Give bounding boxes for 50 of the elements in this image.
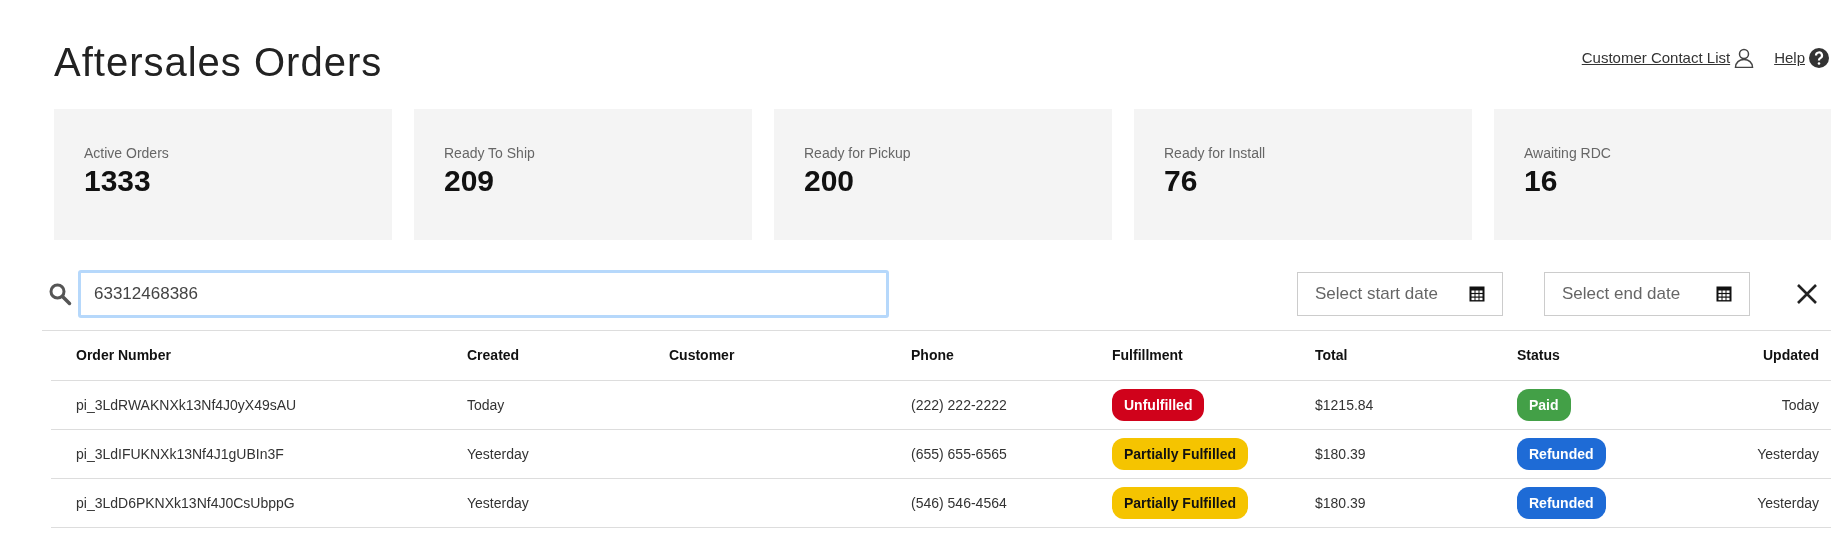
table-cell-text: Yesterday [467, 444, 530, 464]
stat-value: 209 [444, 164, 496, 198]
table-cell-text: $1215.84 [1315, 395, 1375, 415]
column-header: Total [1315, 346, 1349, 365]
status-badge: Refunded [1517, 487, 1606, 519]
status-badge: Partially Fulfilled [1112, 438, 1249, 470]
stat-label: Ready for Pickup [804, 144, 912, 163]
table-cell-text: Yesterday [1757, 444, 1819, 464]
column-header: Updated [1763, 346, 1819, 365]
header-link[interactable]: Help [1774, 47, 1829, 70]
table-cell-text: Today [1781, 395, 1819, 415]
status-badge: Paid [1517, 389, 1571, 421]
person-icon [1734, 48, 1755, 69]
table-cell-text: pi_3LdIFUKNXk13Nf4J1gUBIn3F [76, 444, 285, 464]
table-cell-text: (546) 546-4564 [911, 493, 1008, 513]
date-field[interactable]: Select start date [1297, 272, 1503, 316]
stat-value: 16 [1524, 164, 1559, 198]
date-field[interactable]: Select end date [1544, 272, 1750, 316]
table-cell-text: (222) 222-2222 [911, 395, 1008, 415]
table-cell-text: (655) 655-6565 [911, 444, 1008, 464]
column-header: Created [467, 346, 521, 365]
column-header: Fulfillment [1112, 346, 1184, 365]
table-cell-text: pi_3LdD6PKNXk13Nf4J0CsUbppG [76, 493, 296, 513]
column-header: Status [1517, 346, 1561, 365]
table-cell-text: pi_3LdRWAKNXk13Nf4J0yX49sAU [76, 395, 298, 415]
page-title: Aftersales Orders [54, 39, 383, 86]
table-cell-text: $180.39 [1315, 444, 1367, 464]
status-badge: Refunded [1517, 438, 1606, 470]
stat-value: 200 [804, 164, 856, 198]
header-link[interactable]: Customer Contact List [1581, 47, 1755, 70]
stat-value: 76 [1164, 164, 1199, 198]
stat-label: Ready To Ship [444, 144, 536, 163]
calendar-icon [1469, 286, 1485, 302]
search-field[interactable]: 63312468386 [78, 270, 889, 318]
column-header: Phone [911, 346, 955, 365]
status-badge: Partially Fulfilled [1112, 487, 1249, 519]
stat-label: Awaiting RDC [1524, 144, 1612, 163]
status-badge: Unfulfilled [1112, 389, 1205, 421]
close-icon[interactable] [1796, 283, 1818, 305]
search-icon [48, 282, 72, 306]
calendar-icon [1716, 286, 1732, 302]
column-header: Customer [669, 346, 736, 365]
column-header: Order Number [76, 346, 172, 365]
stat-value: 1333 [84, 164, 152, 198]
stat-label: Ready for Install [1164, 144, 1267, 163]
stat-label: Active Orders [84, 144, 170, 163]
table-cell-text: Yesterday [467, 493, 530, 513]
table-cell-text: Yesterday [1757, 493, 1819, 513]
table-cell-text: Today [467, 395, 506, 415]
table-cell-text: $180.39 [1315, 493, 1367, 513]
